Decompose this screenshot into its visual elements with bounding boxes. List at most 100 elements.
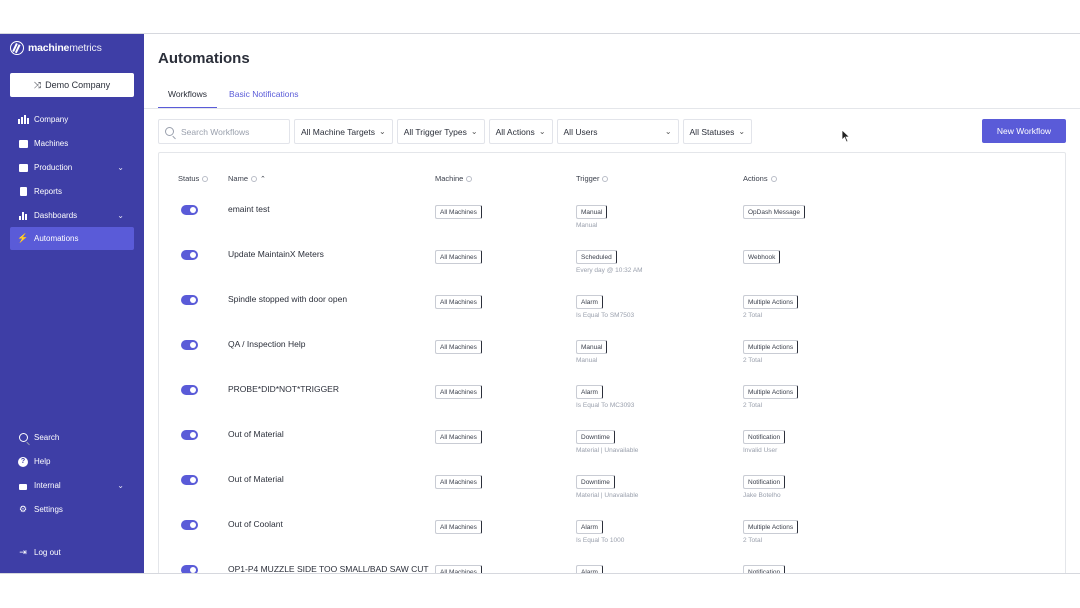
status-toggle[interactable] <box>181 250 198 260</box>
machine-chip: All Machines <box>435 295 482 309</box>
status-toggle[interactable] <box>181 295 198 305</box>
sidebar-item-automations[interactable]: ⚡ Automations <box>10 227 134 250</box>
trigger-detail: Is Equal To 1000 <box>576 537 625 544</box>
table-row[interactable]: Update MaintainX Meters All Machines Sched… <box>159 244 1067 289</box>
sidebar-item-search[interactable]: Search <box>10 426 134 449</box>
column-header-actions[interactable]: Actions <box>743 174 777 183</box>
table-row[interactable]: Out of Material All Machines Downtime Mater… <box>159 469 1067 514</box>
new-workflow-button[interactable]: New Workflow <box>982 119 1066 143</box>
workflow-name[interactable]: Spindle stopped with door open <box>228 294 347 304</box>
workflow-name[interactable]: PROBE*DID*NOT*TRIGGER <box>228 384 339 394</box>
status-toggle[interactable] <box>181 205 198 215</box>
scroll-fade <box>159 573 1067 574</box>
header-label: Trigger <box>576 174 600 183</box>
table-row[interactable]: Out of Material All Machines Downtime Mater… <box>159 424 1067 469</box>
action-chip: OpDash Message <box>743 205 806 219</box>
machine-chip: All Machines <box>435 385 482 399</box>
action-detail: Jake Botelho <box>743 492 781 499</box>
info-icon <box>602 175 609 182</box>
sidebar-item-internal[interactable]: Internal ⌄ <box>10 474 134 497</box>
tab-workflows[interactable]: Workflows <box>158 83 218 109</box>
table-row[interactable]: Spindle stopped with door open All Machin… <box>159 289 1067 334</box>
search-workflows-input[interactable]: Search Workflows <box>158 119 290 144</box>
workflow-name[interactable]: Out of Material <box>228 474 284 484</box>
workflow-name[interactable]: Out of Coolant <box>228 519 283 529</box>
filter-label: All Actions <box>495 126 535 137</box>
status-toggle[interactable] <box>181 475 198 485</box>
tab-basic-notifications[interactable]: Basic Notifications <box>219 83 308 109</box>
action-chip: Multiple Actions <box>743 385 799 399</box>
trigger-chip: Downtime <box>576 430 615 444</box>
sidebar-item-help[interactable]: ? Help <box>10 450 134 473</box>
workflow-name[interactable]: Out of Material <box>228 429 284 439</box>
sidebar-item-label: Automations <box>34 234 79 243</box>
factory-icon <box>17 115 29 125</box>
column-header-trigger[interactable]: Trigger <box>576 174 609 183</box>
workflow-name[interactable]: emaint test <box>228 204 270 214</box>
main-content: Automations Workflows Basic Notification… <box>144 34 1080 574</box>
sidebar: machine metrics ⤨ Demo Company Company Ma… <box>0 34 144 573</box>
workflow-name[interactable]: Update MaintainX Meters <box>228 249 324 259</box>
logout-icon: ⇥ <box>19 547 27 557</box>
status-toggle[interactable] <box>181 430 198 440</box>
sidebar-item-label: Machines <box>34 139 69 148</box>
action-detail: 2 Total <box>743 357 763 364</box>
brand-logo[interactable]: machine metrics <box>10 41 102 55</box>
trigger-chip: Manual <box>576 205 608 219</box>
machine-chip: All Machines <box>435 475 482 489</box>
sidebar-item-reports[interactable]: Reports <box>10 180 134 203</box>
status-toggle[interactable] <box>181 520 198 530</box>
trigger-detail: Is Equal To SM7503 <box>576 312 635 319</box>
action-chip: Multiple Actions <box>743 295 799 309</box>
table-row[interactable]: Out of Coolant All Machines Alarm Is Equal … <box>159 514 1067 559</box>
lock-icon <box>18 481 28 491</box>
sidebar-item-label: Help <box>34 457 51 466</box>
statuses-filter[interactable]: All Statuses ⌄ <box>682 119 753 144</box>
table-row[interactable]: PROBE*DID*NOT*TRIGGER All Machines Alarm Is… <box>159 379 1067 424</box>
machine-targets-filter[interactable]: All Machine Targets ⌄ <box>294 119 393 144</box>
table-row[interactable]: QA / Inspection Help All Machines Manual Ma… <box>159 334 1067 379</box>
trigger-detail: Material | Unavailable <box>576 447 639 454</box>
search-icon <box>165 127 174 136</box>
sidebar-item-dashboards[interactable]: Dashboards ⌄ <box>10 204 134 227</box>
chevron-down-icon: ⌄ <box>379 127 386 136</box>
table-row[interactable]: OP1-P4 MUZZLE SIDE TOO SMALL/BAD SAW CUT… <box>159 559 1067 573</box>
workflow-name[interactable]: QA / Inspection Help <box>228 339 306 349</box>
company-switch-button[interactable]: ⤨ Demo Company <box>10 73 134 97</box>
logo-icon <box>10 41 24 55</box>
filter-bar: Search Workflows All Machine Targets ⌄ A… <box>158 119 753 144</box>
brand-name-light: metrics <box>69 42 102 54</box>
machine-chip: All Machines <box>435 250 482 264</box>
action-chip: Notification <box>743 430 786 444</box>
trigger-types-filter[interactable]: All Trigger Types ⌄ <box>396 119 485 144</box>
info-icon <box>770 175 777 182</box>
users-filter[interactable]: All Users ⌄ <box>556 119 679 144</box>
action-detail: Invalid User <box>743 447 778 454</box>
report-icon <box>18 187 28 197</box>
status-toggle[interactable] <box>181 385 198 395</box>
bar-chart-icon <box>18 211 28 221</box>
search-placeholder: Search Workflows <box>181 126 250 137</box>
column-header-status[interactable]: Status <box>178 174 209 183</box>
column-header-name[interactable]: Name ⌃ <box>228 174 266 183</box>
search-icon <box>18 433 28 443</box>
action-detail: 2 Total <box>743 402 763 409</box>
column-header-machine[interactable]: Machine <box>435 174 473 183</box>
sidebar-item-production[interactable]: Production ⌄ <box>10 156 134 179</box>
status-toggle[interactable] <box>181 340 198 350</box>
header-label: Actions <box>743 174 768 183</box>
sort-asc-icon: ⌃ <box>260 175 266 183</box>
action-chip: Multiple Actions <box>743 520 799 534</box>
table-row[interactable]: emaint test All Machines Manual Manual OpDas… <box>159 199 1067 244</box>
sidebar-item-settings[interactable]: ⚙ Settings <box>10 498 134 521</box>
sidebar-item-machines[interactable]: Machines <box>10 132 134 155</box>
sidebar-item-logout[interactable]: ⇥ Log out <box>10 541 134 564</box>
actions-filter[interactable]: All Actions ⌄ <box>488 119 553 144</box>
trigger-detail: Manual <box>576 222 598 229</box>
sidebar-item-label: Dashboards <box>34 211 78 220</box>
sidebar-item-company[interactable]: Company <box>10 108 134 131</box>
trigger-detail: Every day @ 10:32 AM <box>576 267 643 274</box>
trigger-detail: Manual <box>576 357 598 364</box>
help-icon: ? <box>18 456 28 467</box>
calendar-icon <box>18 163 28 173</box>
